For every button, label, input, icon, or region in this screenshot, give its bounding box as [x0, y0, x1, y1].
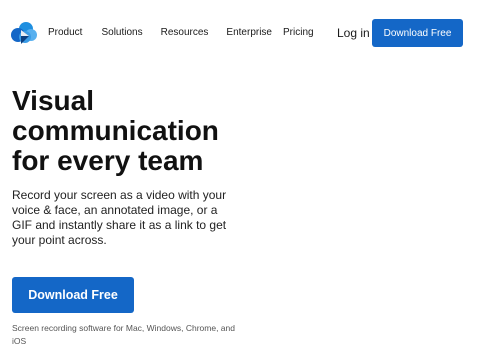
hero-title: Visual communication for every team — [12, 86, 252, 176]
logo-icon[interactable] — [10, 19, 38, 47]
header-download-button[interactable]: Download Free — [372, 19, 463, 47]
nav-item-product[interactable]: Product — [48, 27, 82, 39]
nav-item-pricing[interactable]: Pricing — [283, 27, 314, 39]
hero-description-line: Record your screen as a video with your — [12, 188, 227, 202]
hero-description-line: GIF and instantly share it as a link to … — [12, 218, 227, 232]
hero-download-button[interactable]: Download Free — [12, 277, 134, 313]
site-header: Product Solutions Resources Enterprise P… — [0, 0, 480, 66]
platform-note-line: Screen recording software for Mac, Windo… — [12, 323, 235, 333]
login-link[interactable]: Log in — [337, 25, 370, 41]
hero-description-line: your point across. — [12, 233, 107, 247]
hero-description-line: voice & face, an annotated image, or a — [12, 203, 218, 217]
nav-item-enterprise[interactable]: Enterprise — [226, 27, 272, 39]
page: Product Solutions Resources Enterprise P… — [0, 0, 480, 360]
hero-title-line: Visual — [12, 85, 94, 116]
main-nav: Product Solutions Resources Enterprise P… — [48, 27, 314, 39]
nav-item-solutions[interactable]: Solutions — [101, 27, 142, 39]
hero-title-line: for every team — [12, 145, 204, 176]
platform-note-line: iOS — [12, 336, 27, 346]
platform-note: Screen recording software for Mac, Windo… — [12, 322, 242, 348]
hero-title-line: communication — [12, 115, 219, 146]
nav-item-resources[interactable]: Resources — [161, 27, 209, 39]
hero-description: Record your screen as a video with your … — [12, 188, 227, 248]
